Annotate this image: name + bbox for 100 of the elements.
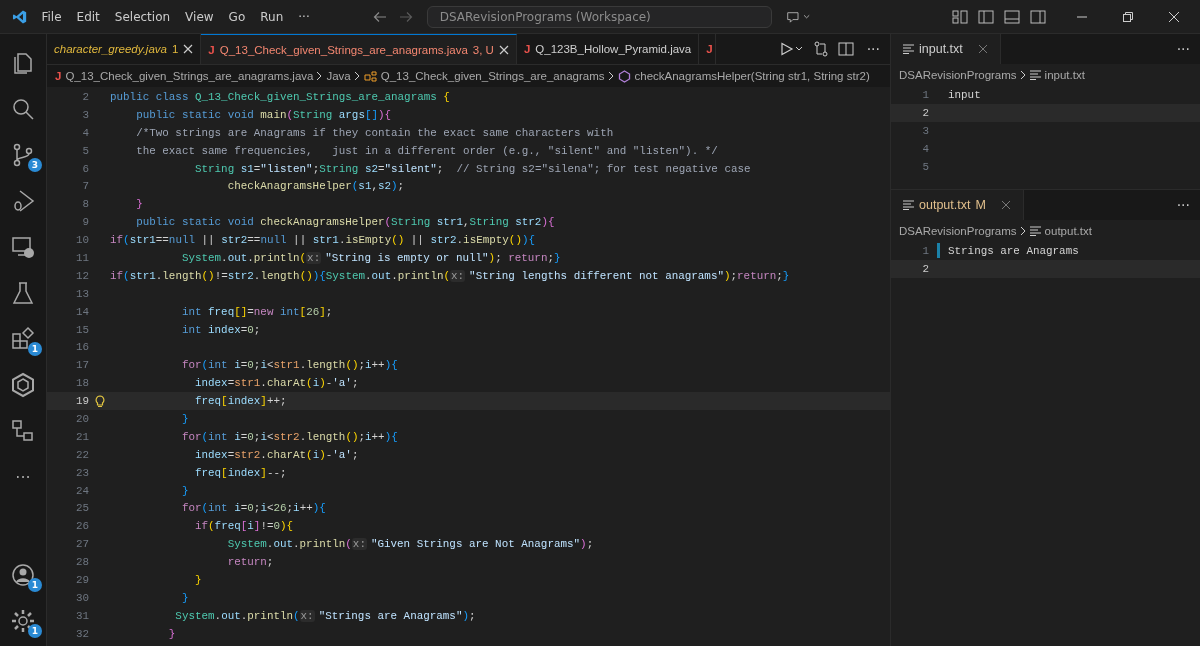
settings-icon[interactable] xyxy=(10,608,36,634)
more-actions-button[interactable]: ··· xyxy=(1172,41,1194,57)
layout-icon[interactable] xyxy=(952,9,968,24)
editor-tab[interactable]: input.txt xyxy=(891,34,1001,64)
code-line: freq[index]--; xyxy=(193,466,287,479)
sidebar-toggle-icon[interactable] xyxy=(978,9,994,24)
more-actions-button[interactable]: ··· xyxy=(862,41,884,57)
code-line: checkAnagramsHelper(s1,s2); xyxy=(226,180,405,193)
count-badge: 1 xyxy=(28,342,42,356)
line-number: 8 xyxy=(81,198,89,211)
code-line: } xyxy=(193,574,202,586)
editor-tab[interactable]: J Q_123B_Hollow_Pyramid.java xyxy=(516,34,700,64)
code-line: System.out.println(x: "String is empty or null"); return;} xyxy=(180,251,561,264)
hexagon-icon[interactable] xyxy=(10,372,36,398)
line-number: 19 xyxy=(74,395,89,408)
line-number: 18 xyxy=(74,377,89,390)
editor-tab[interactable]: J xyxy=(699,34,716,64)
code-line: freq[index]++; xyxy=(193,395,287,408)
code-line: public class Q_13_Check_given_Strings_are_anagrams { xyxy=(110,90,450,103)
search-icon[interactable] xyxy=(10,96,36,122)
code-line: System.out.println(x: "Strings are Anagrams"); xyxy=(174,609,476,622)
breadcrumb-item[interactable]: Q_13_Check_given_Strings_are_anagrams xyxy=(363,70,605,82)
panel-toggle-icon[interactable] xyxy=(1004,9,1020,24)
line-number: 22 xyxy=(74,448,89,461)
count-badge: 1 xyxy=(28,578,42,592)
run-icon[interactable] xyxy=(779,42,804,56)
code-line: System.out.println(x: "Given Strings are Not Anagrams"); xyxy=(226,538,594,551)
code-line: if(str1==null || str2==null || str1.isEmpty() || str2.isEmpty()){ xyxy=(110,234,536,247)
breadcrumb-item[interactable]: checkAnagramsHelper(String str1, String str2) xyxy=(617,69,870,83)
menu-item[interactable]: Go xyxy=(228,9,246,24)
line-number: 13 xyxy=(74,287,89,300)
text-file-icon xyxy=(903,44,914,54)
line-number: 2 xyxy=(921,106,929,119)
back-arrow-icon[interactable] xyxy=(372,10,387,23)
lightbulb-icon[interactable] xyxy=(94,394,105,408)
breadcrumb-item[interactable]: DSARevisionPrograms xyxy=(899,69,1017,81)
line-number: 10 xyxy=(74,234,89,247)
restore-icon[interactable] xyxy=(1122,10,1134,23)
hierarchy-icon[interactable] xyxy=(10,418,36,444)
close-icon[interactable] xyxy=(498,44,509,55)
menu-item[interactable]: Run xyxy=(260,9,284,24)
breadcrumb-item[interactable]: output.txt xyxy=(1029,225,1092,237)
code-line: for(int i=0;i<26;i++){ xyxy=(180,502,326,515)
line-number: 9 xyxy=(81,216,89,229)
code-line: the exact same frequencies, just in a different order (e.g., "silent" and "listen"). */ xyxy=(135,144,718,157)
command-center[interactable]: DSARevisionPrograms (Workspace) xyxy=(426,5,773,28)
line-number: 17 xyxy=(74,359,89,372)
menu-item[interactable]: Edit xyxy=(76,9,100,24)
line-number: 32 xyxy=(74,627,89,640)
flask-icon[interactable] xyxy=(10,280,36,306)
chat-icon[interactable] xyxy=(786,9,812,24)
extensions-icon[interactable] xyxy=(10,326,36,352)
breadcrumb-item[interactable]: J Q_13_Check_given_Strings_are_anagrams.java xyxy=(55,70,314,82)
code-line: Strings are Anagrams xyxy=(948,244,1079,257)
chevron-icon xyxy=(1019,226,1027,236)
line-number: 5 xyxy=(921,160,929,173)
line-number: 30 xyxy=(74,591,89,604)
line-number: 26 xyxy=(74,520,89,533)
line-number: 3 xyxy=(81,108,89,121)
text-file-icon xyxy=(1029,226,1041,236)
code-line: } xyxy=(180,484,189,497)
code-line: for(int i=0;i<str1.length();i++){ xyxy=(180,359,398,372)
line-number: 2 xyxy=(81,90,89,103)
code-line: input xyxy=(948,88,981,101)
code-line: int index=0; xyxy=(180,323,261,336)
chevron-icon xyxy=(607,71,615,81)
close-icon[interactable] xyxy=(1168,10,1180,23)
chevron-icon xyxy=(316,71,324,81)
code-line: } xyxy=(167,627,176,640)
line-number: 11 xyxy=(74,251,89,264)
breadcrumb-item[interactable]: Java xyxy=(326,70,351,82)
menu-item[interactable]: Selection xyxy=(114,9,171,24)
account-icon[interactable] xyxy=(10,562,36,588)
line-number: 31 xyxy=(74,609,89,622)
menu-item[interactable]: File xyxy=(41,9,62,24)
code-line: int freq[]=new int[26]; xyxy=(180,305,333,318)
line-number: 20 xyxy=(74,412,89,425)
line-number: 1 xyxy=(921,88,929,101)
count-badge: 3 xyxy=(28,158,42,172)
compare-changes-icon[interactable] xyxy=(812,41,829,57)
editor-tab[interactable]: J Q_13_Check_given_Strings_are_anagrams.java 3, U xyxy=(201,34,517,64)
menu-item[interactable]: ··· xyxy=(298,9,310,24)
class-icon xyxy=(363,70,377,82)
code-line: index=str1.charAt(i)-'a'; xyxy=(193,377,359,390)
menu-item[interactable]: View xyxy=(185,9,214,24)
close-icon[interactable] xyxy=(183,44,194,54)
more-icon[interactable]: ··· xyxy=(15,467,31,487)
line-number: 21 xyxy=(74,430,89,443)
code-line: index=str2.charAt(i)-'a'; xyxy=(193,448,359,461)
line-number: 5 xyxy=(81,144,89,157)
line-number: 6 xyxy=(81,162,89,175)
secondary-sidebar-icon[interactable] xyxy=(1030,9,1046,24)
breadcrumb-item[interactable]: input.txt xyxy=(1029,69,1085,81)
editor-tab[interactable]: output.txt M xyxy=(891,190,1024,220)
breadcrumb-item[interactable]: DSARevisionPrograms xyxy=(899,225,1017,237)
code-line: } xyxy=(135,198,143,211)
remote-explorer-icon[interactable] xyxy=(10,234,36,260)
chevron-icon xyxy=(1019,70,1027,80)
more-actions-button[interactable]: ··· xyxy=(1172,197,1194,213)
split-editor-icon[interactable] xyxy=(837,42,854,56)
